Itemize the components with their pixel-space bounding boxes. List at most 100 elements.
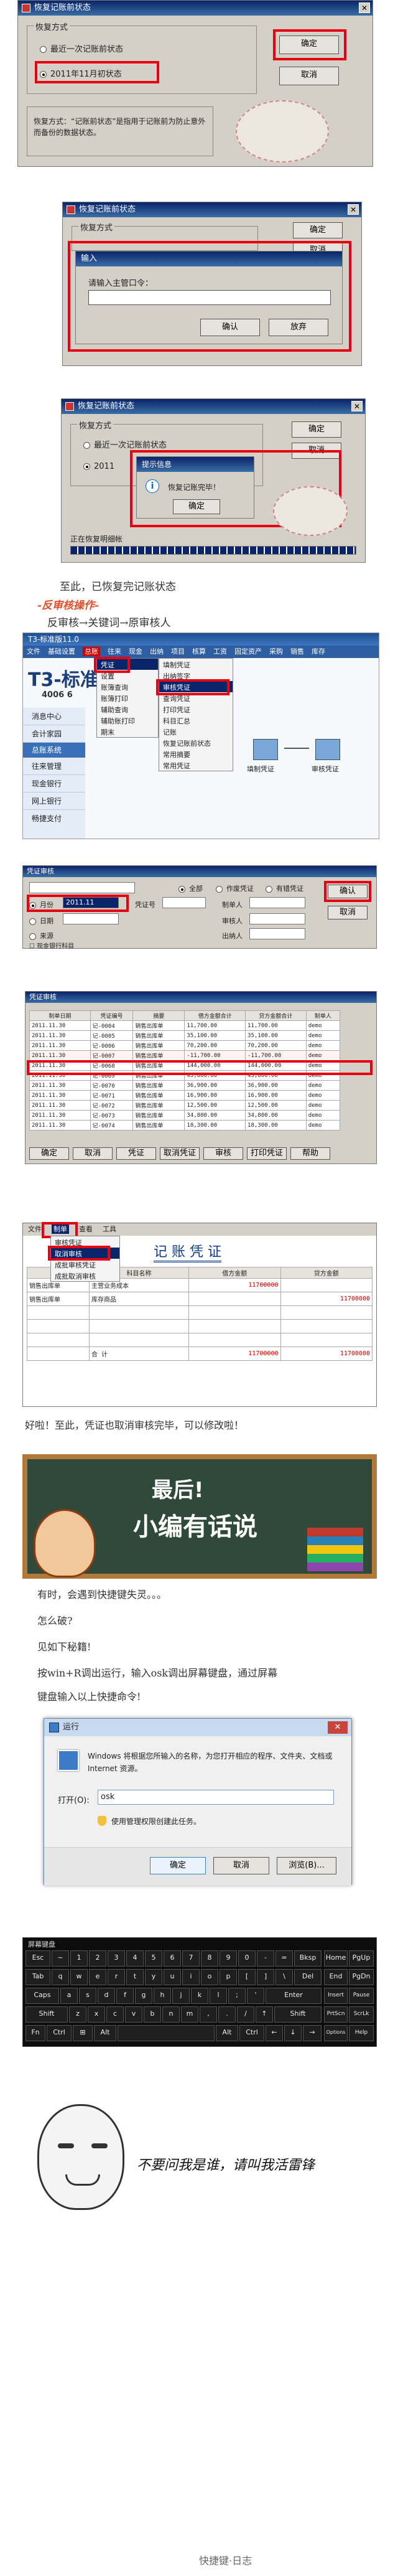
table-row[interactable]: 2011.11.30 记-0074 销售出库单 18,300.00 18,300.00 d… [29,1120,341,1131]
key-g[interactable]: g [135,1988,152,2004]
key-up[interactable]: ↑ [256,2006,273,2023]
key-pause[interactable]: Pause [349,1988,374,2004]
key-f[interactable]: f [116,1988,134,2004]
key-3[interactable]: 3 [108,1950,125,1967]
menu-item-aux-query[interactable]: 辅助查询 [97,703,158,715]
key-x[interactable]: x [88,2006,105,2023]
key-del[interactable]: Del [294,1969,322,1985]
menu-file[interactable]: 文件 [27,647,40,656]
key-scrlk[interactable]: ScrLk [349,2006,374,2023]
key-h[interactable]: h [154,1988,171,2004]
key-ctrl-left[interactable]: Ctrl [47,2025,72,2041]
table-row[interactable]: 2011.11.30 记-0004 销售出库单 11,700.00 11,700.00 d… [29,1020,341,1031]
table-row[interactable]: 2011.11.30 记-0072 销售出库单 12,500.00 12,500.00 d… [29,1100,341,1111]
key-insert[interactable]: Insert [324,1988,348,2004]
voucher-type-select[interactable] [29,882,135,893]
key-shift-right[interactable]: Shift [274,2006,322,2023]
menu-item-common[interactable]: 常用凭证 [159,759,233,771]
key-o[interactable]: o [201,1969,218,1985]
radio-source[interactable]: 来源 [29,931,53,941]
key-end[interactable]: End [324,1969,348,1985]
key-semicolon[interactable]: ; [228,1988,246,2004]
key-t[interactable]: t [126,1969,144,1985]
radio-last-record[interactable]: 最近一次记账前状态 [40,42,123,54]
key-help[interactable]: Help [349,2025,374,2041]
key-slash[interactable]: / [237,2006,254,2023]
menu-basic[interactable]: 基础设置 [48,647,75,656]
table-row[interactable]: 2011.11.30 记-0073 销售出库单 34,800.00 34,800.00 d… [29,1110,341,1121]
key-k[interactable]: k [191,1988,208,2004]
close-icon[interactable]: ✕ [351,401,363,411]
close-icon[interactable]: ✕ [328,1721,348,1734]
key-w[interactable]: w [70,1969,88,1985]
close-icon[interactable]: ✕ [348,204,359,215]
key-5[interactable]: 5 [145,1950,162,1967]
key-home[interactable]: Home [324,1950,348,1967]
menu-item-query[interactable]: 账簿查询 [97,681,158,692]
browse-button[interactable]: 浏览(B)... [277,1857,336,1874]
key-alt-right[interactable]: Alt [216,2025,238,2041]
menu-purchase[interactable]: 采购 [269,647,283,656]
sidebar-item-community[interactable]: 会计家园 [23,725,85,743]
run-input[interactable]: osk [98,1790,334,1805]
key-z[interactable]: z [69,2006,86,2023]
key-l[interactable]: l [210,1988,227,2004]
cash-bank-check[interactable]: ☐ 现金银行科目 [29,941,74,950]
menu-item-abstract[interactable]: 常用摘要 [159,748,233,759]
key-shift-left[interactable]: Shift [25,2006,68,2023]
key-r[interactable]: r [108,1969,125,1985]
key-backspace[interactable]: Bksp [294,1950,322,1967]
menu-payroll[interactable]: 工资 [213,647,227,656]
key-tab[interactable]: Tab [25,1969,50,1985]
key-pgdn[interactable]: PgDn [349,1969,374,1985]
key-right[interactable]: → [303,2025,322,2041]
table-row[interactable]: 销售出库单 库存商品 11700000 [27,1292,373,1306]
radio-all[interactable]: 全部 [178,883,203,893]
key-9[interactable]: 9 [220,1950,237,1967]
menu-item-print[interactable]: 账簿打印 [97,692,158,703]
menu-sales[interactable]: 销售 [290,647,304,656]
help-button[interactable]: 帮助 [290,1147,330,1160]
maker-select[interactable] [249,897,305,908]
cashier-select[interactable] [249,928,305,939]
key-8[interactable]: 8 [201,1950,218,1967]
menu-ledger[interactable]: 总账 [83,647,100,656]
key-left[interactable]: ← [266,2025,283,2041]
ok-button[interactable]: 确定 [29,1147,69,1160]
menu-item-summary[interactable]: 科目汇总 [159,715,233,726]
key-0[interactable]: 0 [238,1950,256,1967]
ok-button[interactable]: 确定 [150,1857,206,1874]
menu-item-period-end[interactable]: 期末 [97,726,158,737]
ok-button[interactable]: 确定 [293,222,343,238]
key-d[interactable]: d [98,1988,115,2004]
reviewer-select[interactable] [249,913,305,924]
key-space[interactable] [118,2025,215,2041]
menu-item-print-voucher[interactable]: 打印凭证 [159,703,233,715]
key-ctrl-right[interactable]: Ctrl [239,2025,264,2041]
key-a[interactable]: a [60,1988,78,2004]
windows-key-icon[interactable]: ⊞ [73,2025,93,2041]
table-row[interactable]: 2011.11.30 记-0071 销售出库单 16,900.00 16,900.00 d… [29,1090,341,1101]
ok-button[interactable]: 确定 [292,421,341,438]
menu-item-post[interactable]: 记账 [159,726,233,737]
menu-assets[interactable]: 固定资产 [234,647,262,656]
sidebar-item-ar[interactable]: 往来管理 [23,758,85,775]
key-m[interactable]: m [181,2006,198,2023]
sidebar-item-cash[interactable]: 现金银行 [23,775,85,792]
radio-last-record[interactable]: 最近一次记账前状态 [83,438,167,450]
key-period[interactable]: . [218,2006,236,2023]
cancel-button[interactable]: 取消 [279,67,339,85]
sidebar-item-bank[interactable]: 网上银行 [23,792,85,810]
menu-teller[interactable]: 出纳 [150,647,164,656]
sidebar-item-messages[interactable]: 消息中心 [23,708,85,725]
key-prtscn[interactable]: PrtScn [324,2006,348,2023]
menu-item-batch-unaudit[interactable]: 成批取消审核 [51,1270,119,1281]
sidebar-item-ledger[interactable]: 总账系统 [23,743,85,758]
key-equal[interactable]: = [275,1950,293,1967]
key-esc[interactable]: Esc [25,1950,50,1967]
key-1[interactable]: 1 [70,1950,88,1967]
table-row[interactable]: 2011.11.30 记-0006 销售出库单 70,200.00 70,200.00 d… [29,1040,341,1051]
cancel-voucher-button[interactable]: 取消凭证 [160,1147,200,1160]
menu-costing[interactable]: 核算 [192,647,206,656]
key-caps[interactable]: Caps [25,1988,59,2004]
